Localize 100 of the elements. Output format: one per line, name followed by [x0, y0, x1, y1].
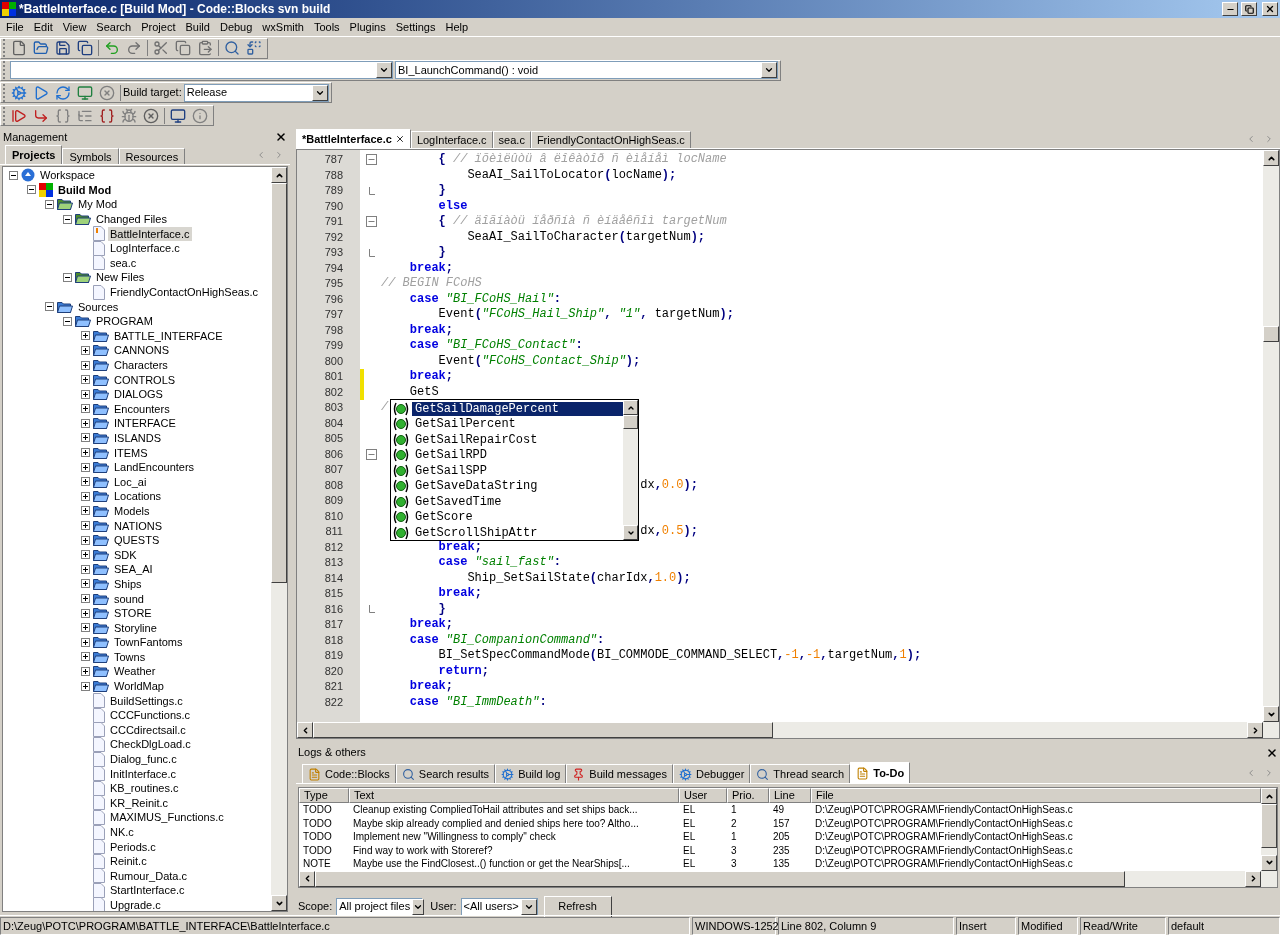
run-to-cursor-icon[interactable] — [33, 107, 49, 124]
vertical-scrollbar[interactable] — [1263, 150, 1279, 722]
expand-icon[interactable] — [81, 608, 90, 618]
menu-item[interactable]: Tools — [308, 18, 345, 36]
collapse-icon[interactable] — [9, 170, 18, 180]
scope-select[interactable]: All project files — [336, 897, 423, 916]
log-tab[interactable]: Search results — [395, 764, 496, 783]
collapse-icon[interactable] — [27, 185, 36, 195]
tree-item[interactable]: WorldMap — [112, 679, 166, 694]
minimize-button[interactable] — [1222, 2, 1238, 16]
tree-item[interactable]: BATTLE_INTERFACE — [112, 328, 225, 343]
debug-windows-icon[interactable] — [170, 107, 186, 124]
tree-item[interactable]: FriendlyContactOnHighSeas.c — [108, 285, 260, 300]
menu-item[interactable]: Help — [440, 18, 474, 36]
tree-item[interactable]: SEA_AI — [112, 562, 155, 577]
fold-icon[interactable] — [366, 448, 377, 460]
panel-tab[interactable]: Resources — [118, 148, 186, 164]
expand-icon[interactable] — [81, 623, 90, 633]
autocomplete-item[interactable]: GetSailRepairCost — [412, 432, 623, 447]
close-button[interactable] — [1262, 2, 1278, 16]
menu-item[interactable]: Project — [136, 18, 181, 36]
tree-item[interactable]: CCCdirectsail.c — [108, 722, 188, 737]
expand-icon[interactable] — [81, 360, 90, 370]
autocomplete-item[interactable]: GetSavedTime — [412, 494, 623, 509]
close-icon[interactable] — [394, 134, 405, 144]
scrollbar-thumb[interactable] — [315, 870, 1125, 887]
tree-item[interactable]: StartInterface.c — [108, 883, 187, 898]
collapse-icon[interactable] — [63, 214, 72, 224]
tree-item[interactable]: DIALOGS — [112, 387, 165, 402]
column-header[interactable]: Text — [349, 788, 679, 803]
debug-icon[interactable] — [11, 107, 27, 124]
horizontal-scrollbar[interactable] — [297, 722, 1279, 738]
menu-item[interactable]: Settings — [390, 18, 441, 36]
autocomplete-item[interactable]: GetScrollShipAttr — [412, 525, 623, 540]
collapse-icon[interactable] — [45, 302, 54, 312]
autocomplete-item[interactable]: GetSaveDataString — [412, 479, 623, 494]
replace-icon[interactable] — [246, 40, 262, 56]
build-icon[interactable] — [11, 84, 27, 101]
tree-item[interactable]: Characters — [112, 358, 170, 372]
expand-icon[interactable] — [81, 418, 90, 428]
stop-icon[interactable] — [143, 107, 159, 124]
expand-icon[interactable] — [81, 462, 90, 472]
tree-item[interactable]: INTERFACE — [112, 416, 178, 431]
build-target-select[interactable]: Release — [183, 83, 329, 102]
menu-item[interactable]: Build — [180, 18, 215, 36]
redo-icon[interactable] — [126, 40, 142, 56]
close-icon[interactable] — [1266, 746, 1278, 759]
scrollbar-thumb[interactable] — [623, 415, 638, 429]
tree-item[interactable]: BuildSettings.c — [108, 693, 185, 708]
expand-icon[interactable] — [81, 564, 90, 574]
tree-item[interactable]: QUESTS — [112, 533, 162, 548]
expand-icon[interactable] — [81, 550, 90, 560]
column-header[interactable]: Prio. — [727, 788, 769, 803]
log-tab[interactable]: To-Do — [850, 762, 911, 783]
tree-item[interactable]: CCCFunctions.c — [108, 708, 193, 723]
menu-item[interactable]: File — [1, 18, 29, 36]
function-combo[interactable]: BI_LaunchCommand() : void — [395, 61, 778, 79]
restore-button[interactable] — [1241, 2, 1257, 16]
tree-item[interactable]: BattleInterface.c — [108, 226, 192, 241]
expand-icon[interactable] — [81, 681, 90, 691]
expand-icon[interactable] — [81, 667, 90, 676]
tree-item[interactable]: NATIONS — [112, 518, 165, 533]
tree-item[interactable]: LandEncounters — [112, 460, 197, 475]
tree-item[interactable]: CheckDlgLoad.c — [108, 737, 193, 752]
next-line-icon[interactable] — [55, 107, 71, 124]
tree-item[interactable]: STORE — [112, 606, 154, 621]
expand-icon[interactable] — [81, 594, 90, 603]
autocomplete-item[interactable]: GetSailSPP — [412, 463, 623, 478]
cut-icon[interactable] — [153, 40, 169, 56]
vertical-scrollbar[interactable] — [271, 167, 287, 911]
menu-item[interactable]: View — [57, 18, 92, 36]
expand-icon[interactable] — [81, 375, 90, 385]
expand-icon[interactable] — [81, 579, 90, 589]
expand-icon[interactable] — [81, 404, 90, 414]
tree-item[interactable]: Models — [112, 503, 152, 518]
menu-item[interactable]: Edit — [28, 18, 58, 36]
expand-icon[interactable] — [81, 535, 90, 545]
tree-item[interactable]: Rumour_Data.c — [108, 868, 190, 883]
column-header[interactable]: Line — [769, 788, 811, 803]
editor-tab[interactable]: sea.c — [492, 131, 531, 148]
user-select[interactable]: <All users> — [460, 897, 538, 916]
expand-icon[interactable] — [81, 506, 90, 516]
rebuild-icon[interactable] — [77, 84, 93, 101]
paste-icon[interactable] — [197, 40, 213, 56]
tree-item[interactable]: ISLANDS — [112, 431, 164, 445]
tree-item[interactable]: KB_routines.c — [108, 781, 181, 796]
tree-item[interactable]: NK.c — [108, 825, 136, 839]
log-tab[interactable]: Code::Blocks — [302, 764, 396, 783]
run-icon[interactable] — [33, 84, 49, 101]
step-out-icon[interactable] — [99, 107, 115, 124]
tree-item[interactable]: My Mod — [76, 197, 120, 212]
tree-item[interactable]: TownFantoms — [112, 635, 185, 650]
search-icon[interactable] — [224, 40, 240, 56]
refresh-button[interactable]: Refresh — [543, 895, 612, 918]
menu-item[interactable]: Search — [91, 18, 137, 36]
expand-icon[interactable] — [81, 345, 90, 355]
horizontal-scrollbar[interactable] — [299, 870, 1277, 887]
tree-item[interactable]: Storyline — [112, 620, 159, 635]
tree-item[interactable]: Towns — [112, 649, 148, 664]
panel-tab[interactable]: Projects — [5, 145, 63, 164]
